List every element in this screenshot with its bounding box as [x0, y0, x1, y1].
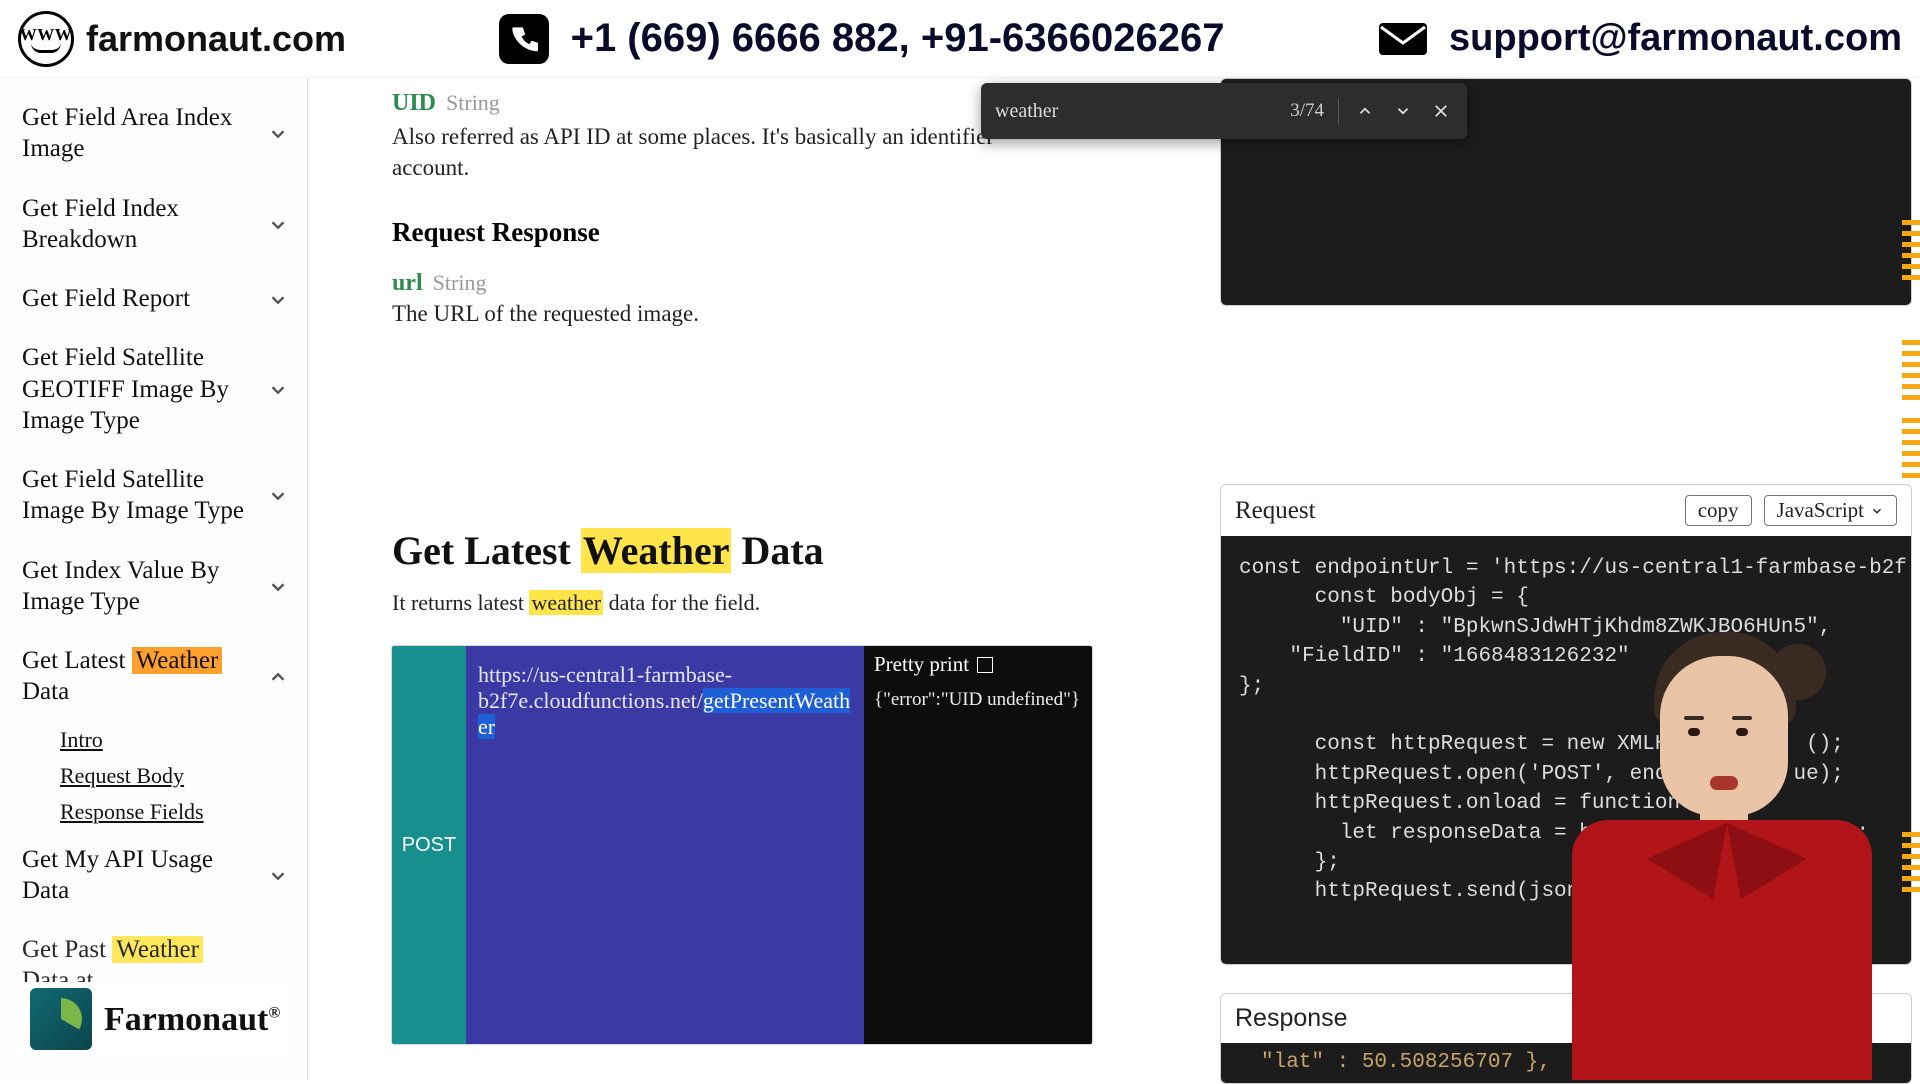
- text: data for the field.: [603, 590, 760, 615]
- header-brand[interactable]: WWW farmonaut.com: [18, 11, 346, 67]
- registered-mark: ®: [268, 1004, 280, 1021]
- farmonaut-mark-icon: [30, 988, 92, 1050]
- decoration: [1902, 340, 1920, 404]
- find-next-button[interactable]: [1391, 99, 1415, 123]
- api-tester: POST https://us-central1-farmbase- b2f7e…: [392, 646, 1092, 1044]
- label: Pretty print: [874, 652, 969, 677]
- divider: [1338, 98, 1339, 124]
- text: Get Latest: [22, 647, 132, 674]
- param-desc: The URL of the requested image.: [392, 301, 1204, 327]
- mail-icon: [1377, 19, 1429, 59]
- text: Data: [731, 528, 823, 573]
- decoration: [1902, 418, 1920, 482]
- checkbox-icon[interactable]: [977, 657, 993, 673]
- sidebar-nav: Get Field Area Index Image Get Field Ind…: [0, 78, 308, 1080]
- highlight: Weather: [581, 528, 732, 573]
- find-in-page-bar: weather 3/74: [981, 83, 1467, 139]
- sidebar-item-label: Get Field Satellite Image By Image Type: [22, 464, 252, 527]
- param-url: url String: [392, 270, 1204, 297]
- highlight: Weather: [112, 936, 203, 963]
- text: https://us-central1-farmbase-: [478, 662, 732, 687]
- sidebar-item[interactable]: Get Index Value By Image Type: [18, 541, 293, 632]
- sidebar-item[interactable]: Get Field Report: [18, 269, 293, 328]
- text: It returns latest: [392, 590, 529, 615]
- chevron-down-icon: [267, 484, 289, 506]
- sidebar-item-label: Get Field Satellite GEOTIFF Image By Ima…: [22, 342, 252, 436]
- sidebar-item[interactable]: Get Field Satellite Image By Image Type: [18, 450, 293, 541]
- top-header: WWW farmonaut.com +1 (669) 6666 882, +91…: [0, 0, 1920, 78]
- param-type: String: [446, 90, 500, 116]
- request-header: Request copy JavaScript: [1221, 485, 1911, 536]
- chevron-down-icon: [267, 575, 289, 597]
- sidebar-item[interactable]: Get My API Usage Data: [18, 830, 293, 921]
- chevron-down-icon: [267, 122, 289, 144]
- main-content: UID String Also referred as API ID at so…: [308, 78, 1220, 1080]
- decoration: [1902, 220, 1920, 284]
- sidebar-item-active[interactable]: Get Latest Weather Data: [18, 631, 293, 722]
- chevron-down-icon: [267, 378, 289, 400]
- copy-button[interactable]: copy: [1685, 495, 1752, 526]
- text: Data: [22, 678, 69, 705]
- pretty-print-toggle[interactable]: Pretty print: [864, 646, 1092, 683]
- sidebar-item-label: Get Latest Weather Data: [22, 645, 252, 708]
- sidebar-item[interactable]: Get Field Satellite GEOTIFF Image By Ima…: [18, 328, 293, 450]
- chevron-down-icon: [267, 213, 289, 235]
- section-request-response: Request Response: [392, 217, 1204, 248]
- sidebar-item-label: Get Index Value By Image Type: [22, 555, 252, 618]
- highlight: Weather: [132, 647, 223, 674]
- sidebar-item-label: Get Field Index Breakdown: [22, 193, 252, 256]
- www-icon: WWW: [18, 11, 74, 67]
- endpoint-url[interactable]: https://us-central1-farmbase- b2f7e.clou…: [466, 646, 864, 1044]
- label: copy: [1698, 498, 1739, 523]
- param-type: String: [433, 270, 487, 296]
- find-close-button[interactable]: [1429, 99, 1453, 123]
- http-method: POST: [392, 646, 466, 1044]
- text: Get Latest: [392, 528, 581, 573]
- chevron-up-icon: [267, 665, 289, 687]
- brand-domain: farmonaut.com: [86, 18, 346, 60]
- text: b2f7e.cloudfunctions.net/: [478, 688, 703, 713]
- decoration: [1902, 832, 1920, 896]
- sidebar-item-label: Get My API Usage Data: [22, 844, 252, 907]
- sidebar-item-label: Get Field Area Index Image: [22, 102, 252, 165]
- previous-code-block: weather 3/74: [1220, 78, 1912, 306]
- sidebar-sublist: Intro Request Body Response Fields: [18, 722, 293, 830]
- chevron-down-icon: [267, 864, 289, 886]
- header-phone[interactable]: +1 (669) 6666 882, +91-6366026267: [346, 14, 1377, 64]
- label: JavaScript: [1777, 498, 1864, 523]
- find-count: 3/74: [1290, 100, 1324, 122]
- sidebar-item-label: Get Field Report: [22, 283, 190, 314]
- farmonaut-logo-chip[interactable]: Farmonaut®: [18, 982, 292, 1056]
- presenter-avatar: [1560, 610, 1880, 1080]
- param-name: UID: [392, 90, 436, 117]
- text: Farmonaut: [104, 1001, 268, 1038]
- page-subtitle: It returns latest weather data for the f…: [392, 590, 1204, 616]
- logo-text: Farmonaut®: [104, 1000, 280, 1039]
- sidebar-subitem-response-fields[interactable]: Response Fields: [60, 794, 293, 830]
- sidebar-item[interactable]: Get Field Area Index Image: [18, 88, 293, 179]
- param-desc: Also referred as API ID at some places. …: [392, 121, 1032, 183]
- phone-icon: [499, 14, 549, 64]
- page-title: Get Latest Weather Data: [392, 527, 1204, 574]
- sidebar-subitem-request-body[interactable]: Request Body: [60, 758, 293, 794]
- card-title: Request: [1235, 497, 1673, 525]
- highlight: weather: [529, 590, 603, 615]
- sidebar-item[interactable]: Get Field Index Breakdown: [18, 179, 293, 270]
- chevron-down-icon: [1870, 504, 1884, 518]
- find-input[interactable]: weather: [995, 100, 1276, 123]
- text: Get Past: [22, 936, 112, 963]
- param-name: url: [392, 270, 423, 297]
- api-response-pane: Pretty print {"error":"UID undefined"}: [864, 646, 1092, 1044]
- header-email[interactable]: support@farmonaut.com: [1377, 17, 1902, 60]
- language-select[interactable]: JavaScript: [1764, 495, 1897, 526]
- support-email: support@farmonaut.com: [1449, 17, 1902, 60]
- phone-number: +1 (669) 6666 882, +91-6366026267: [571, 16, 1225, 61]
- response-body: {"error":"UID undefined"}: [864, 683, 1092, 717]
- find-prev-button[interactable]: [1353, 99, 1377, 123]
- chevron-down-icon: [267, 288, 289, 310]
- sidebar-subitem-intro[interactable]: Intro: [60, 722, 293, 758]
